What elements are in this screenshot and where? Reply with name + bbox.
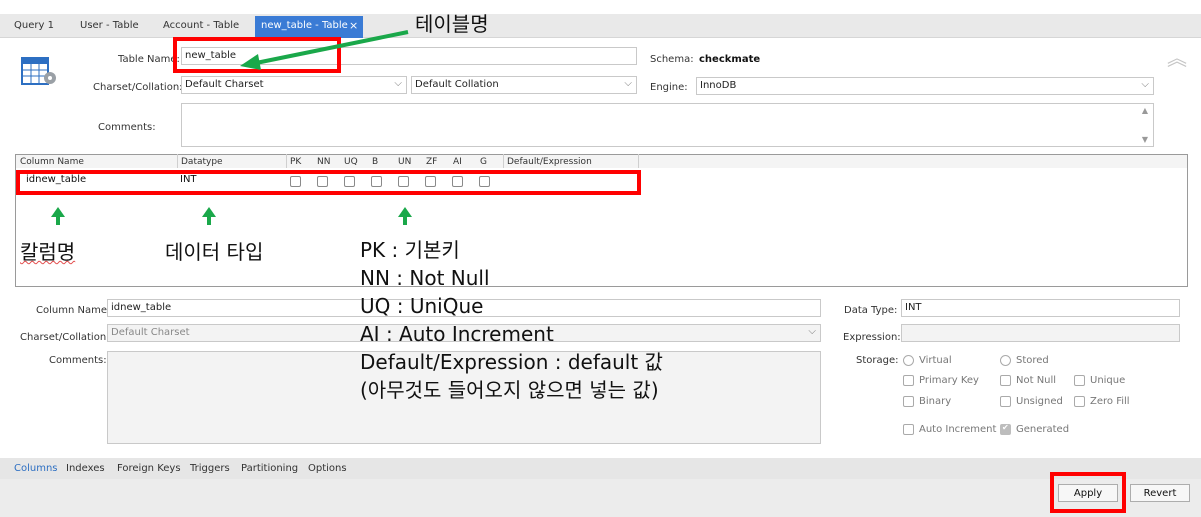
expression-input[interactable] (901, 324, 1180, 342)
action-bar (0, 479, 1201, 517)
data-type-input[interactable]: INT (901, 299, 1180, 317)
column-name-annotation: 칼럼명 (20, 240, 76, 264)
charset-select[interactable]: Default Charset ⌵ (181, 76, 407, 94)
engine-select[interactable]: InnoDB ⌵ (696, 77, 1154, 95)
scroll-up-icon[interactable]: ▲ (1142, 106, 1148, 115)
auto-increment-checkbox[interactable] (903, 424, 914, 435)
engine-label: Engine: (650, 82, 688, 93)
arrow-up-stem (56, 217, 60, 225)
generated-label: Generated (1016, 424, 1070, 435)
table-name-label: Table Name: (118, 54, 180, 65)
chevron-down-icon: ⌵ (624, 78, 632, 89)
tab-columns[interactable]: Columns (14, 463, 58, 474)
col-header-b[interactable]: B (372, 157, 378, 167)
charset-select-value: Default Charset (185, 79, 264, 90)
schema-label: Schema: (650, 54, 694, 65)
legend-line: NN : Not Null (360, 266, 490, 290)
grid-divider (286, 154, 287, 168)
grid-divider (177, 154, 178, 168)
col-header-ai[interactable]: AI (453, 157, 462, 167)
data-type-label: Data Type: (844, 305, 898, 316)
check-icon: ✔ (1002, 423, 1009, 432)
column-charset-value: Default Charset (111, 327, 190, 338)
column-name-label: Column Name: (36, 305, 111, 316)
tab-foreign-keys[interactable]: Foreign Keys (117, 463, 181, 474)
apply-button-highlight (1050, 472, 1126, 513)
zero-fill-checkbox[interactable] (1074, 396, 1085, 407)
tab-partitioning[interactable]: Partitioning (241, 463, 298, 474)
expression-label: Expression: (843, 332, 901, 343)
unsigned-checkbox[interactable] (1000, 396, 1011, 407)
tab-triggers[interactable]: Triggers (190, 463, 230, 474)
generated-checkbox[interactable]: ✔ (1000, 423, 1011, 435)
tab-account-table[interactable]: Account - Table (163, 20, 239, 31)
arrow-up-icon (51, 207, 65, 217)
legend-line: AI : Auto Increment (360, 322, 554, 346)
grid-divider (638, 154, 639, 168)
primary-key-label: Primary Key (919, 375, 979, 386)
table-name-annotation: 테이블명 (415, 12, 489, 36)
unsigned-label: Unsigned (1016, 396, 1063, 407)
not-null-checkbox[interactable] (1000, 375, 1011, 386)
zero-fill-label: Zero Fill (1090, 396, 1130, 407)
tab-user-table[interactable]: User - Table (80, 20, 139, 31)
column-charset-label: Charset/Collation: (20, 332, 110, 343)
stored-radio-label: Stored (1016, 355, 1049, 366)
tab-options[interactable]: Options (308, 463, 347, 474)
scroll-down-icon[interactable]: ▼ (1142, 135, 1148, 144)
legend-line: (아무것도 들어오지 않으면 넣는 값) (360, 378, 659, 402)
col-header-un[interactable]: UN (398, 157, 411, 167)
revert-button[interactable]: Revert (1130, 484, 1190, 502)
column-comments-label: Comments: (49, 355, 107, 366)
table-editor-icon (21, 57, 56, 85)
col-header-default-expression[interactable]: Default/Expression (507, 157, 592, 167)
unique-label: Unique (1090, 375, 1126, 386)
stored-radio[interactable] (1000, 355, 1011, 366)
tab-indexes[interactable]: Indexes (66, 463, 105, 474)
comments-label: Comments: (98, 122, 156, 133)
chevron-down-icon: ⌵ (808, 326, 816, 337)
col-header-column-name[interactable]: Column Name (20, 157, 84, 167)
virtual-radio[interactable] (903, 355, 914, 366)
table-comments-textarea[interactable]: ▲ ▼ (181, 103, 1154, 147)
col-header-pk[interactable]: PK (290, 157, 301, 167)
arrow-icon (240, 30, 409, 70)
col-header-zf[interactable]: ZF (426, 157, 437, 167)
flags-legend-annotation: PK : 기본키 NN : Not Null UQ : UniQue AI : … (360, 236, 780, 404)
column-row-highlight (16, 170, 641, 195)
chevron-down-icon: ⌵ (1141, 79, 1149, 90)
arrow-up-icon (398, 207, 412, 217)
binary-label: Binary (919, 396, 952, 407)
chevron-down-icon: ⌵ (394, 78, 402, 89)
col-header-nn[interactable]: NN (317, 157, 330, 167)
legend-line: PK : 기본키 (360, 238, 460, 262)
tab-query-1[interactable]: Query 1 (14, 20, 54, 31)
collation-select-value: Default Collation (415, 79, 499, 90)
collation-select[interactable]: Default Collation ⌵ (411, 76, 637, 94)
legend-line: UQ : UniQue (360, 294, 484, 318)
storage-label: Storage: (856, 355, 899, 366)
not-null-label: Not Null (1016, 375, 1057, 386)
col-header-datatype[interactable]: Datatype (181, 157, 223, 167)
virtual-radio-label: Virtual (919, 355, 952, 366)
binary-checkbox[interactable] (903, 396, 914, 407)
charset-label: Charset/Collation: (93, 82, 183, 93)
arrow-up-stem (403, 217, 407, 225)
col-header-uq[interactable]: UQ (344, 157, 358, 167)
legend-line: Default/Expression : default 값 (360, 350, 663, 374)
collapse-icon[interactable]: ︽ (1167, 42, 1187, 71)
datatype-annotation: 데이터 타입 (165, 240, 264, 264)
schema-value: checkmate (699, 54, 761, 65)
auto-increment-label: Auto Increment (919, 424, 997, 435)
primary-key-checkbox[interactable] (903, 375, 914, 386)
unique-checkbox[interactable] (1074, 375, 1085, 386)
engine-select-value: InnoDB (700, 80, 737, 91)
col-header-g[interactable]: G (480, 157, 487, 167)
grid-divider (503, 154, 504, 168)
arrow-up-stem (207, 217, 211, 225)
arrow-up-icon (202, 207, 216, 217)
